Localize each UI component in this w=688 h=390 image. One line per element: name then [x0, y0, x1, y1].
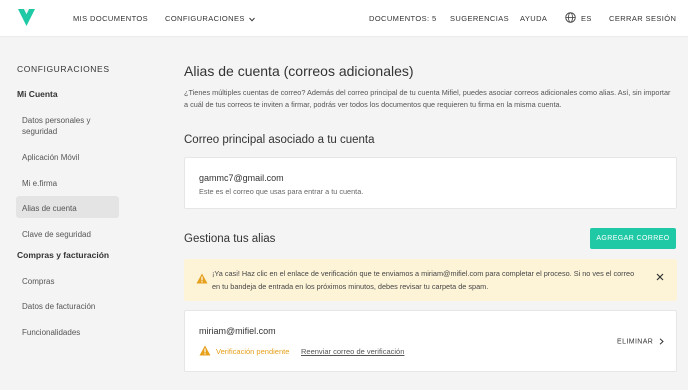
sidebar-item-purchases[interactable]: Compras [22, 276, 54, 287]
primary-email-note: Este es el correo que usas para entrar a… [199, 187, 364, 196]
alert-message: ¡Ya casi! Haz clic en el enlace de verif… [212, 269, 635, 291]
nav-settings[interactable]: CONFIGURACIONES [165, 14, 256, 23]
top-nav-bar: MIS DOCUMENTOS CONFIGURACIONES DOCUMENTO… [0, 0, 688, 37]
add-email-button[interactable]: AGREGAR CORREO [590, 228, 676, 249]
nav-settings-label: CONFIGURACIONES [165, 14, 245, 23]
delete-alias-button[interactable]: ELIMINAR [617, 338, 664, 345]
verification-pending-status: Verificación pendiente [216, 347, 290, 356]
nav-suggestions[interactable]: SUGERENCIAS [450, 14, 509, 23]
sidebar-title: CONFIGURACIONES [17, 64, 110, 74]
sidebar-item-features[interactable]: Funcionalidades [22, 327, 80, 338]
sidebar-item-personal-data[interactable]: Datos personales y seguridad [22, 115, 122, 137]
globe-icon[interactable] [565, 12, 576, 23]
settings-sidebar: CONFIGURACIONES Mi Cuenta Datos personal… [0, 38, 160, 390]
verification-alert: ¡Ya casi! Haz clic en el enlace de verif… [184, 259, 677, 301]
primary-email-card: gammc7@gmail.com Este es el correo que u… [184, 157, 677, 209]
sidebar-item-alias[interactable]: Alias de cuenta [22, 203, 77, 214]
logout-link[interactable]: CERRAR SESIÓN [609, 14, 676, 23]
primary-email-heading: Correo principal asociado a tu cuenta [184, 134, 375, 146]
chevron-down-icon [249, 17, 256, 22]
delete-alias-label: ELIMINAR [617, 338, 654, 346]
sidebar-item-billing-data[interactable]: Datos de facturación [22, 301, 95, 312]
manage-aliases-heading: Gestiona tus alias [184, 233, 276, 245]
page-intro: ¿Tienes múltiples cuentas de correo? Ade… [184, 88, 671, 109]
sidebar-item-efirma[interactable]: Mi e.firma [22, 178, 57, 189]
nav-help[interactable]: AYUDA [520, 14, 547, 23]
nav-my-documents[interactable]: MIS DOCUMENTOS [73, 14, 148, 23]
primary-email: gammc7@gmail.com [199, 173, 284, 183]
main-content: Alias de cuenta (correos adicionales) ¿T… [160, 38, 688, 390]
resend-verification-link[interactable]: Reenviar correo de verificación [301, 347, 404, 356]
close-icon[interactable] [656, 273, 664, 281]
warning-icon [199, 345, 211, 356]
sidebar-item-security-key[interactable]: Clave de seguridad [22, 229, 91, 240]
warning-icon [196, 273, 208, 284]
language-selector[interactable]: ES [581, 14, 592, 23]
sidebar-section-billing: Compras y facturación [17, 250, 110, 260]
nav-documents-count[interactable]: DOCUMENTOS: 5 [369, 14, 437, 23]
chevron-right-icon [659, 338, 664, 345]
sidebar-section-account: Mi Cuenta [17, 89, 58, 99]
mifiel-logo-icon[interactable] [18, 9, 35, 26]
sidebar-item-mobile-app[interactable]: Aplicación Móvil [22, 152, 79, 163]
alias-card: miriam@mifiel.com Verificación pendiente… [184, 310, 677, 372]
page-title: Alias de cuenta (correos adicionales) [184, 63, 414, 79]
alias-email: miriam@mifiel.com [199, 326, 276, 336]
